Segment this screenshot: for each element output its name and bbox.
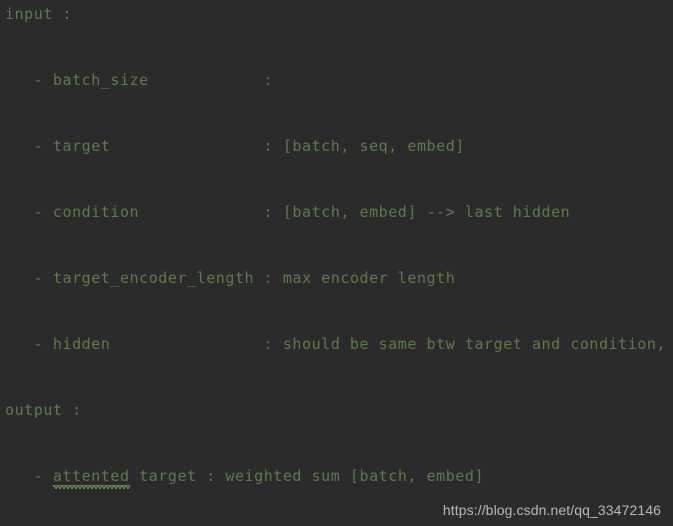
code-line-hidden: - hidden : should be same btw target and… [5, 335, 673, 353]
watermark-url: https://blog.csdn.net/qq_33472146 [442, 502, 661, 518]
code-line-condition: - condition : [batch, embed] --> last hi… [5, 203, 571, 221]
code-line-batch-size: - batch_size : [5, 71, 274, 89]
code-line-output-header: output : [5, 401, 82, 419]
code-line-attented-target: - attented target : weighted sum [batch,… [5, 466, 485, 489]
code-line-target-encoder-length: - target_encoder_length : max encoder le… [5, 269, 456, 287]
code-line-input-header: input : [5, 5, 73, 23]
code-text-block[interactable]: input : - batch_size : - target : [batch… [0, 0, 673, 526]
output-line-prefix: - [5, 467, 53, 485]
code-editor-screenshot: input : - batch_size : - target : [batch… [0, 0, 673, 526]
code-line-target: - target : [batch, seq, embed] [5, 137, 465, 155]
output-line-suffix: target : weighted sum [batch, embed] [129, 467, 485, 485]
misspelled-word-attented: attented [52, 467, 130, 489]
